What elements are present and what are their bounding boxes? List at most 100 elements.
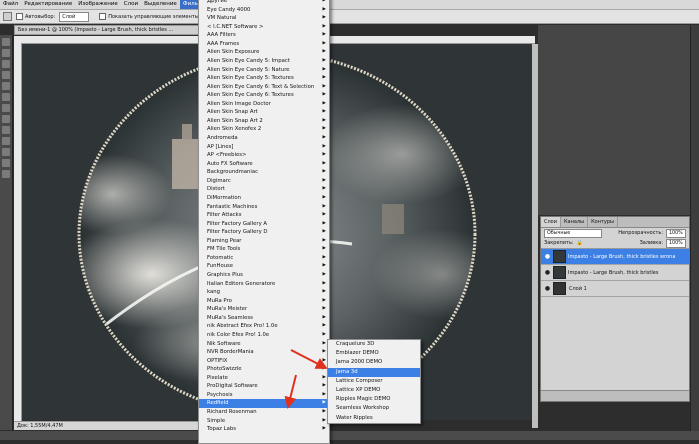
- filter-menu-item-nik-software[interactable]: Nik Software ▶: [199, 340, 329, 349]
- autoselect-checkbox[interactable]: [16, 13, 23, 20]
- redfield-item-emblazer-demo[interactable]: Emblazer DEMO: [328, 349, 420, 358]
- gradient-icon[interactable]: [2, 137, 10, 145]
- filter-menu-item-mura-s-seamless[interactable]: MuRa's Seamless ▶: [199, 314, 329, 323]
- filter-menu-item-topaz-labs[interactable]: Topaz Labs ▶: [199, 425, 329, 434]
- eraser-icon[interactable]: [2, 126, 10, 134]
- filter-menu-item-filter-factory-gallery-d[interactable]: Filter Factory Gallery D ▶: [199, 228, 329, 237]
- filter-menu-item-flaming-pear[interactable]: Flaming Pear ▶: [199, 237, 329, 246]
- filter-menu-item-i-c-net-software[interactable]: < I.C.NET Software > ▶: [199, 23, 329, 32]
- filter-menu-item-eye-candy-4000[interactable]: Eye Candy 4000 ▶: [199, 6, 329, 15]
- filter-menu-item-redfield[interactable]: Redfield ▶: [199, 399, 329, 408]
- filter-menu-item-alien-skin-eye-candy-6-text-selection[interactable]: Alien Skin Eye Candy 6: Text & Selection…: [199, 83, 329, 92]
- filter-menu-item-fotomatic[interactable]: Fotomatic ▶: [199, 254, 329, 263]
- menu-layers[interactable]: Слои: [121, 0, 141, 9]
- filter-menu-item-andromeda[interactable]: Andromeda ▶: [199, 134, 329, 143]
- filter-menu-item-nik-abstract-efex-pro-1-0e[interactable]: nik Abstract Efex Pro! 1.0e ▶: [199, 322, 329, 331]
- filter-menu-item-digimarc[interactable]: Digimarc ▶: [199, 177, 329, 186]
- filter-menu-item-photoswizzle[interactable]: PhotoSwizzle ▶: [199, 365, 329, 374]
- filter-menu-item-alien-skin-xenofex-2[interactable]: Alien Skin Xenofex 2 ▶: [199, 125, 329, 134]
- move-tool-icon[interactable]: [3, 12, 12, 21]
- move-icon[interactable]: [2, 38, 10, 46]
- hand-icon[interactable]: [2, 159, 10, 167]
- text-icon[interactable]: [2, 148, 10, 156]
- filter-menu-item-simple[interactable]: Simple ▶: [199, 417, 329, 426]
- tab-paths[interactable]: Контуры: [588, 217, 618, 227]
- filter-menu-item-ap-freebies[interactable]: AP <Freebies> ▶: [199, 151, 329, 160]
- filter-menu-item-alien-skin-eye-candy-5-nature[interactable]: Alien Skin Eye Candy 5: Nature ▶: [199, 66, 329, 75]
- filter-menu-item-mura-s-meister[interactable]: MuRa's Meister ▶: [199, 305, 329, 314]
- filter-menu-item-psychosis[interactable]: Psychosis ▶: [199, 391, 329, 400]
- panel-dock-strip: [690, 25, 699, 431]
- filter-menu-item-auto-fx-software[interactable]: Auto FX Software ▶: [199, 160, 329, 169]
- filter-menu-item-mura-pro[interactable]: MuRa Pro ▶: [199, 297, 329, 306]
- zoom-icon[interactable]: [2, 170, 10, 178]
- filter-menu-item-italian-editors-generatore[interactable]: Italian Editors Generatore ▶: [199, 280, 329, 289]
- menu-edit[interactable]: Редактирование: [21, 0, 75, 9]
- filter-menu-item-nik-color-efex-pro-1-0e[interactable]: nik Color Efex Pro! 1.0e ▶: [199, 331, 329, 340]
- filter-menu-item-fantastic-machines[interactable]: Fantastic Machines ▶: [199, 203, 329, 212]
- tab-channels[interactable]: Каналы: [561, 217, 589, 227]
- filter-menu-item-pixelate[interactable]: Pixelate ▶: [199, 374, 329, 383]
- filter-menu-item-aaa-frames[interactable]: AAA Frames ▶: [199, 40, 329, 49]
- filter-menu-item-richard-rosenman[interactable]: Richard Rosenman ▶: [199, 408, 329, 417]
- filter-menu-item-vm-natural[interactable]: VM Natural ▶: [199, 14, 329, 23]
- filter-menu-item-distort[interactable]: Distort ▶: [199, 185, 329, 194]
- layer-row[interactable]: ● Impasto - Large Brush, thick bristles …: [541, 249, 689, 265]
- redfield-item-lattice-xp-demo[interactable]: Lattice XP DEMO: [328, 386, 420, 395]
- filter-menu-item-optifix[interactable]: OPTIFIX ▶: [199, 357, 329, 366]
- filter-menu-item-alien-skin-eye-candy-5-textures[interactable]: Alien Skin Eye Candy 5: Textures ▶: [199, 74, 329, 83]
- filter-menu-item-nvr-bordermania[interactable]: NVR BorderMania ▶: [199, 348, 329, 357]
- layer-row[interactable]: ● Слой 1: [541, 281, 689, 297]
- filter-menu-item-filter-attacks[interactable]: Filter Attacks ▶: [199, 211, 329, 220]
- filter-menu-item-alien-skin-snap-art-2[interactable]: Alien Skin Snap Art 2 ▶: [199, 117, 329, 126]
- redfield-item-ripples-magic-demo[interactable]: Ripples Magic DEMO: [328, 395, 420, 404]
- redfield-item-jama-3d[interactable]: Jama 3d: [328, 367, 420, 377]
- filter-menu-item-alien-skin-snap-art[interactable]: Alien Skin Snap Art ▶: [199, 108, 329, 117]
- redfield-item-craquelure-3d[interactable]: Craquelure 3D: [328, 340, 420, 349]
- redfield-item-water-ripples[interactable]: Water Ripples: [328, 414, 420, 423]
- fill-field[interactable]: 100%: [666, 238, 686, 248]
- layer-row[interactable]: ● Impasto - Large Brush, thick bristles: [541, 265, 689, 281]
- eye-icon[interactable]: ●: [544, 269, 551, 276]
- filter-menu-item-ap-lines[interactable]: AP [Lines] ▶: [199, 143, 329, 152]
- crop-icon[interactable]: [2, 82, 10, 90]
- filter-menu-item-alien-skin-eye-candy-5-impact[interactable]: Alien Skin Eye Candy 5: Impact ▶: [199, 57, 329, 66]
- filter-menu-item-filter-factory-gallery-a[interactable]: Filter Factory Gallery A ▶: [199, 220, 329, 229]
- filter-menu-item-prodigital-software[interactable]: ProDigital Software ▶: [199, 382, 329, 391]
- filter-menu-item-fm-tile-tools[interactable]: FM Tile Tools ▶: [199, 245, 329, 254]
- autoselect-dropdown[interactable]: Слой: [59, 11, 90, 22]
- magic-wand-icon[interactable]: [2, 71, 10, 79]
- show-controls-checkbox[interactable]: [99, 13, 107, 20]
- lock-icon[interactable]: 🔒: [577, 240, 583, 246]
- filter-menu-item-alien-skin-eye-candy-6-textures[interactable]: Alien Skin Eye Candy 6: Textures ▶: [199, 91, 329, 100]
- menu-item-label: DiMormation: [207, 194, 241, 201]
- autoselect-option[interactable]: Автовыбор:: [16, 13, 55, 20]
- filter-menu-item-backgroundmaniac[interactable]: Backgroundmaniac ▶: [199, 168, 329, 177]
- filter-menu-item-aaa-filters[interactable]: AAA Filters ▶: [199, 31, 329, 40]
- menu-file[interactable]: Файл: [0, 0, 21, 9]
- show-controls-option[interactable]: Показать управляющие элементы: [99, 13, 199, 20]
- blend-mode-select[interactable]: Обычные: [544, 228, 602, 238]
- filter-menu-item-kang[interactable]: kang ▶: [199, 288, 329, 297]
- redfield-item-jama-2000-demo[interactable]: Jama 2000 DEMO: [328, 358, 420, 367]
- filter-menu-item-alien-skin-image-doctor[interactable]: Alien Skin Image Doctor ▶: [199, 100, 329, 109]
- eye-icon[interactable]: ●: [544, 253, 551, 260]
- filter-menu-item-dimormation[interactable]: DiMormation ▶: [199, 194, 329, 203]
- stamp-icon[interactable]: [2, 115, 10, 123]
- filter-menu-item-alien-skin-exposure[interactable]: Alien Skin Exposure ▶: [199, 48, 329, 57]
- redfield-item-seamless-workshop[interactable]: Seamless Workshop: [328, 404, 420, 413]
- filter-menu-item-funhouse[interactable]: FunHouse ▶: [199, 262, 329, 271]
- filter-menu-item-graphics-plus[interactable]: Graphics Plus ▶: [199, 271, 329, 280]
- lasso-icon[interactable]: [2, 60, 10, 68]
- opacity-field[interactable]: 100%: [666, 228, 686, 238]
- brush-icon[interactable]: [2, 104, 10, 112]
- tab-layers[interactable]: Слои: [541, 217, 561, 227]
- menu-item-label: VM Natural: [207, 15, 237, 22]
- eyedropper-icon[interactable]: [2, 93, 10, 101]
- marquee-icon[interactable]: [2, 49, 10, 57]
- menu-select[interactable]: Выделение: [141, 0, 180, 9]
- document-tab[interactable]: Без имени-1 @ 100% (Impasto - Large Brus…: [14, 25, 200, 35]
- redfield-item-lattice-composer[interactable]: Lattice Composer: [328, 377, 420, 386]
- eye-icon[interactable]: ●: [544, 285, 551, 292]
- menu-image[interactable]: Изображение: [75, 0, 121, 9]
